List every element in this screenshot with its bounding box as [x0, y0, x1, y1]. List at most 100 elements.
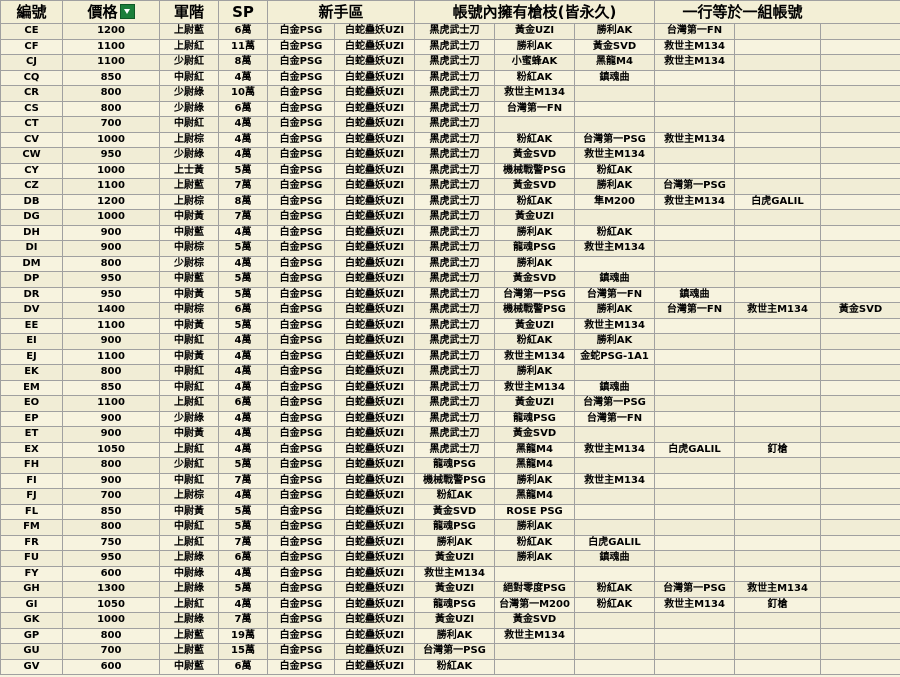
cell-owned-weapon[interactable]: [654, 85, 736, 102]
cell-owned-weapon[interactable]: 台灣第一PSG: [654, 178, 736, 195]
cell-code[interactable]: ET: [0, 426, 63, 443]
cell-code[interactable]: DP: [0, 271, 63, 288]
cell-newbie-weapon[interactable]: 白金PSG: [267, 410, 335, 427]
cell-rank[interactable]: 上尉藍: [159, 178, 219, 195]
cell-owned-weapon[interactable]: [734, 379, 822, 396]
cell-rank[interactable]: 中尉紅: [159, 472, 219, 489]
cell-code[interactable]: DR: [0, 286, 63, 303]
cell-owned-weapon[interactable]: 救世主M134: [574, 240, 656, 257]
header-price[interactable]: 價格: [62, 0, 160, 24]
cell-owned-weapon[interactable]: 白虎GALIL: [734, 193, 822, 210]
cell-owned-weapon[interactable]: [734, 348, 822, 365]
cell-code[interactable]: EJ: [0, 348, 63, 365]
cell-rank[interactable]: 中尉藍: [159, 271, 219, 288]
cell-code[interactable]: GV: [0, 658, 63, 675]
cell-owned-weapon[interactable]: 台灣第一PSG: [574, 131, 656, 148]
cell-owned-weapon[interactable]: [654, 271, 736, 288]
cell-owned-weapon[interactable]: [734, 23, 822, 40]
cell-owned-weapon[interactable]: [820, 240, 900, 257]
cell-owned-weapon[interactable]: 黑虎武士刀: [414, 69, 496, 86]
cell-sp[interactable]: 4萬: [218, 224, 268, 241]
cell-code[interactable]: CW: [0, 147, 63, 164]
cell-price[interactable]: 1300: [62, 581, 160, 598]
cell-owned-weapon[interactable]: 金蛇PSG-1A1: [574, 348, 656, 365]
cell-newbie-weapon[interactable]: 白金PSG: [267, 596, 335, 613]
cell-owned-weapon[interactable]: 黑虎武士刀: [414, 224, 496, 241]
cell-owned-weapon[interactable]: 黑虎武士刀: [414, 441, 496, 458]
cell-sp[interactable]: 7萬: [218, 534, 268, 551]
cell-rank[interactable]: 上尉紅: [159, 596, 219, 613]
cell-owned-weapon[interactable]: 台灣第一FN: [654, 23, 736, 40]
cell-owned-weapon[interactable]: 救世主M134: [654, 596, 736, 613]
cell-owned-weapon[interactable]: 龍魂PSG: [414, 457, 496, 474]
cell-owned-weapon[interactable]: [654, 395, 736, 412]
cell-sp[interactable]: 6萬: [218, 23, 268, 40]
cell-owned-weapon[interactable]: 龍魂PSG: [414, 596, 496, 613]
cell-owned-weapon[interactable]: [820, 333, 900, 350]
cell-owned-weapon[interactable]: 黑虎武士刀: [414, 410, 496, 427]
cell-rank[interactable]: 中尉黃: [159, 348, 219, 365]
cell-owned-weapon[interactable]: [654, 333, 736, 350]
cell-owned-weapon[interactable]: 黃金UZI: [494, 209, 576, 226]
cell-owned-weapon[interactable]: [820, 503, 900, 520]
cell-owned-weapon[interactable]: [574, 488, 656, 505]
cell-rank[interactable]: 中尉藍: [159, 224, 219, 241]
cell-owned-weapon[interactable]: [820, 38, 900, 55]
cell-code[interactable]: GU: [0, 643, 63, 660]
cell-code[interactable]: DB: [0, 193, 63, 210]
cell-price[interactable]: 1100: [62, 38, 160, 55]
table-row[interactable]: DB 1200 上尉棕 8萬 白金PSG 白蛇蠱妖UZI 黑虎武士刀 粉紅AK 隼M200 救世主…: [0, 193, 900, 210]
cell-owned-weapon[interactable]: [494, 565, 576, 582]
cell-owned-weapon[interactable]: 龍魂PSG: [414, 519, 496, 536]
cell-code[interactable]: CY: [0, 162, 63, 179]
cell-newbie-weapon[interactable]: 白金PSG: [267, 565, 335, 582]
cell-price[interactable]: 600: [62, 565, 160, 582]
cell-owned-weapon[interactable]: 黑虎武士刀: [414, 147, 496, 164]
cell-sp[interactable]: 7萬: [218, 178, 268, 195]
cell-owned-weapon[interactable]: [734, 271, 822, 288]
cell-owned-weapon[interactable]: 黑龍M4: [494, 441, 576, 458]
cell-owned-weapon[interactable]: 白虎GALIL: [574, 534, 656, 551]
cell-owned-weapon[interactable]: [820, 643, 900, 660]
cell-owned-weapon[interactable]: 救世主M134: [494, 379, 576, 396]
cell-owned-weapon[interactable]: 機械戰警PSG: [414, 472, 496, 489]
cell-owned-weapon[interactable]: [734, 100, 822, 117]
cell-owned-weapon[interactable]: 救世主M134: [494, 348, 576, 365]
cell-newbie-weapon[interactable]: 白蛇蠱妖UZI: [333, 581, 416, 598]
cell-newbie-weapon[interactable]: 白金PSG: [267, 85, 335, 102]
cell-sp[interactable]: 4萬: [218, 410, 268, 427]
cell-newbie-weapon[interactable]: 白蛇蠱妖UZI: [333, 379, 416, 396]
cell-rank[interactable]: 中尉黃: [159, 209, 219, 226]
cell-owned-weapon[interactable]: [734, 410, 822, 427]
table-row[interactable]: GH 1300 上尉綠 5萬 白金PSG 白蛇蠱妖UZI 黃金UZI 絕對零度PSG 粉紅AK 台…: [0, 581, 900, 598]
cell-owned-weapon[interactable]: 勝利AK: [494, 550, 576, 567]
cell-owned-weapon[interactable]: [820, 550, 900, 567]
cell-newbie-weapon[interactable]: 白金PSG: [267, 38, 335, 55]
cell-owned-weapon[interactable]: [734, 503, 822, 520]
cell-owned-weapon[interactable]: [654, 69, 736, 86]
cell-code[interactable]: FH: [0, 457, 63, 474]
cell-owned-weapon[interactable]: [654, 457, 736, 474]
cell-owned-weapon[interactable]: 粉紅AK: [494, 534, 576, 551]
cell-owned-weapon[interactable]: 黑虎武士刀: [414, 85, 496, 102]
cell-price[interactable]: 750: [62, 534, 160, 551]
cell-newbie-weapon[interactable]: 白蛇蠱妖UZI: [333, 317, 416, 334]
cell-owned-weapon[interactable]: 粉紅AK: [414, 488, 496, 505]
cell-owned-weapon[interactable]: [820, 348, 900, 365]
cell-newbie-weapon[interactable]: 白金PSG: [267, 627, 335, 644]
cell-owned-weapon[interactable]: [494, 643, 576, 660]
cell-code[interactable]: EI: [0, 333, 63, 350]
cell-rank[interactable]: 上尉棕: [159, 131, 219, 148]
cell-newbie-weapon[interactable]: 白金PSG: [267, 224, 335, 241]
cell-sp[interactable]: 5萬: [218, 503, 268, 520]
cell-sp[interactable]: 4萬: [218, 364, 268, 381]
cell-rank[interactable]: 少尉紅: [159, 457, 219, 474]
cell-owned-weapon[interactable]: 台灣第一PSG: [494, 286, 576, 303]
table-row[interactable]: CZ 1100 上尉藍 7萬 白金PSG 白蛇蠱妖UZI 黑虎武士刀 黃金SVD 勝利AK 台灣第…: [0, 178, 900, 195]
cell-owned-weapon[interactable]: 台灣第一FN: [574, 286, 656, 303]
cell-owned-weapon[interactable]: 勝利AK: [574, 178, 656, 195]
cell-price[interactable]: 900: [62, 333, 160, 350]
cell-sp[interactable]: 7萬: [218, 209, 268, 226]
cell-sp[interactable]: 4萬: [218, 379, 268, 396]
cell-newbie-weapon[interactable]: 白金PSG: [267, 550, 335, 567]
